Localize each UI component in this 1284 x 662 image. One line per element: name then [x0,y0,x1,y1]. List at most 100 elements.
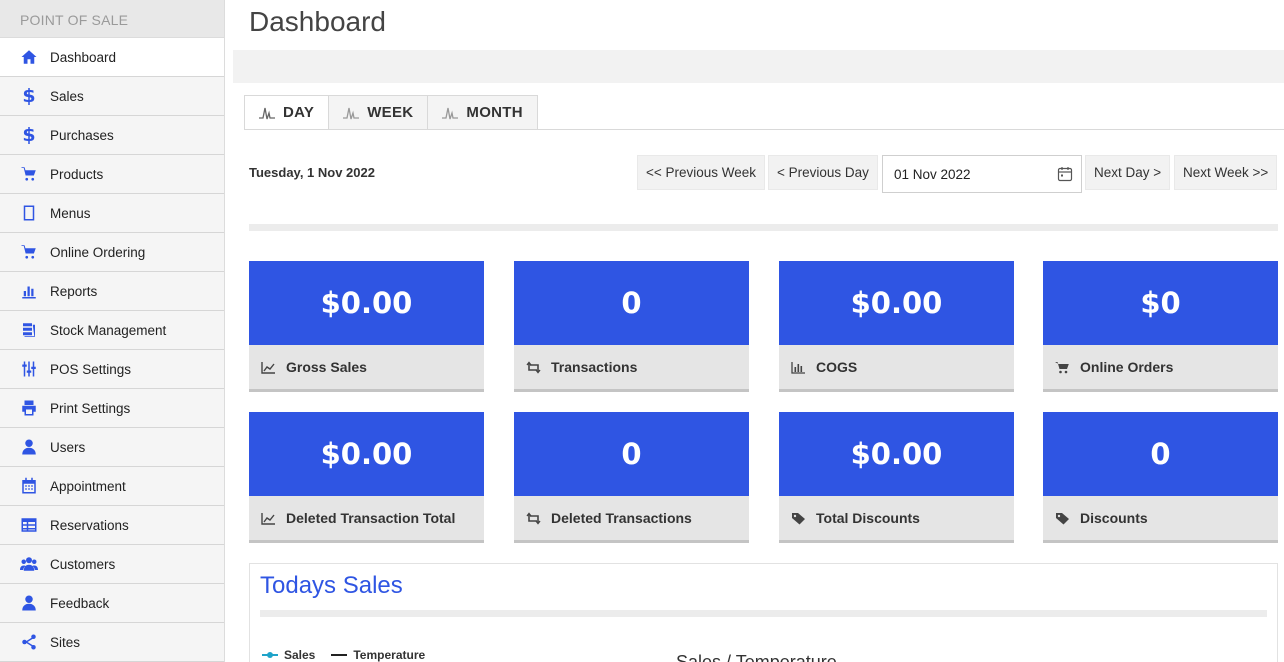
line-chart-icon [261,361,275,374]
sidebar-item-menus[interactable]: Menus [0,194,224,233]
stat-label: Total Discounts [816,510,920,526]
period-tabs: DAY WEEK MONTH [244,95,538,130]
line-chart-icon [261,512,275,525]
tag-icon [792,512,805,524]
table-icon [18,514,40,536]
sidebar-item-customers[interactable]: Customers [0,545,224,584]
legend-marker-temperature [331,654,348,656]
sidebar-item-stock-management[interactable]: Stock Management [0,311,224,350]
stat-value: $0.00 [249,412,484,496]
main-content: Dashboard DAY WEEK MONTH Tuesday, 1 Nov … [233,0,1284,662]
previous-week-button[interactable]: << Previous Week [637,155,766,190]
sidebar-item-label: Products [50,166,104,182]
chart-title: Sales / Temperature [676,652,837,662]
next-day-button[interactable]: Next Day > [1085,155,1171,190]
pulse-icon [442,107,459,119]
tag-icon [1056,512,1069,524]
tablet-icon [18,202,40,224]
stat-label: Transactions [551,359,638,375]
legend-item-temperature[interactable]: Temperature [331,648,425,662]
stat-footer: COGS [779,345,1014,392]
sidebar-item-users[interactable]: Users [0,428,224,467]
sidebar-item-label: Sales [50,88,84,104]
stat-value: $0 [1043,261,1278,345]
stat-label: Discounts [1080,510,1148,526]
user-icon [18,436,40,458]
user-icon [18,592,40,614]
printer-icon [18,397,40,419]
sidebar-item-label: Sites [50,634,81,650]
tab-week[interactable]: WEEK [328,95,429,130]
current-date-label: Tuesday, 1 Nov 2022 [249,165,375,180]
legend-label: Temperature [353,648,426,662]
sidebar-item-label: Dashboard [50,49,117,65]
divider-bar [249,224,1278,231]
chart-legend: Sales Temperature [262,648,441,662]
stat-card-deleted-transaction-total: $0.00 Deleted Transaction Total [249,412,484,543]
stat-value: $0.00 [779,261,1014,345]
sidebar-header: POINT OF SALE [0,0,224,38]
sidebar-item-reservations[interactable]: Reservations [0,506,224,545]
sidebar: POINT OF SALE Dashboard $ Sales $ Purcha… [0,0,225,662]
sidebar-item-online-ordering[interactable]: Online Ordering [0,233,224,272]
sidebar-item-dashboard[interactable]: Dashboard [0,38,224,77]
sidebar-item-label: Menus [50,205,91,221]
stat-value: $0.00 [779,412,1014,496]
stat-card-online-orders: $0 Online Orders [1043,261,1278,392]
sidebar-item-sales[interactable]: $ Sales [0,77,224,116]
stat-label: Gross Sales [286,359,367,375]
stat-footer: Discounts [1043,496,1278,543]
calendar-icon[interactable] [1057,166,1073,182]
sidebar-item-reports[interactable]: Reports [0,272,224,311]
sidebar-item-appointment[interactable]: Appointment [0,467,224,506]
sidebar-item-label: Print Settings [50,400,131,416]
pulse-icon [259,107,275,119]
sidebar-item-products[interactable]: Products [0,155,224,194]
stat-value: 0 [1043,412,1278,496]
stat-value: $0.00 [249,261,484,345]
stat-footer: Total Discounts [779,496,1014,543]
calendar-icon [18,475,40,497]
stat-value: 0 [514,412,749,496]
todays-sales-title: Todays Sales [260,572,403,599]
dollar-icon: $ [22,124,36,146]
stat-footer: Deleted Transactions [514,496,749,543]
sidebar-item-label: Reservations [50,517,129,533]
sidebar-item-label: Online Ordering [50,244,146,260]
tab-day[interactable]: DAY [244,95,330,130]
stat-card-total-discounts: $0.00 Total Discounts [779,412,1014,543]
date-input-value: 01 Nov 2022 [894,166,971,182]
cart-icon [18,163,40,185]
dollar-icon: $ [22,85,36,107]
legend-item-sales[interactable]: Sales [262,648,315,662]
stock-icon [18,319,40,341]
bar-chart-icon [18,280,40,302]
retweet-icon [526,360,541,374]
stat-card-cogs: $0.00 COGS [779,261,1014,392]
sidebar-item-feedback[interactable]: Feedback [0,584,224,623]
sliders-icon [18,358,40,380]
stat-footer: Gross Sales [249,345,484,392]
sidebar-item-print-settings[interactable]: Print Settings [0,389,224,428]
legend-label: Sales [284,648,316,662]
stat-label: Deleted Transactions [551,510,692,526]
sales-divider [260,610,1267,617]
sidebar-item-sites[interactable]: Sites [0,623,224,662]
bar-chart-icon [791,361,805,374]
previous-day-button[interactable]: < Previous Day [768,155,878,190]
page-title: Dashboard [249,6,386,37]
sidebar-item-label: POS Settings [50,361,132,377]
sidebar-item-pos-settings[interactable]: POS Settings [0,350,224,389]
stat-card-deleted-transactions: 0 Deleted Transactions [514,412,749,543]
tab-label: DAY [283,104,315,121]
date-input[interactable]: 01 Nov 2022 [882,155,1082,193]
todays-sales-panel: Todays Sales Sales Temperature Sales / T… [249,563,1278,662]
users-icon [18,553,40,575]
sidebar-item-label: Reports [50,283,98,299]
stat-value: 0 [514,261,749,345]
sidebar-item-purchases[interactable]: $ Purchases [0,116,224,155]
next-week-button[interactable]: Next Week >> [1174,155,1278,190]
cart-icon [1055,361,1069,373]
sidebar-item-label: Purchases [50,127,114,143]
tab-month[interactable]: MONTH [427,95,538,130]
